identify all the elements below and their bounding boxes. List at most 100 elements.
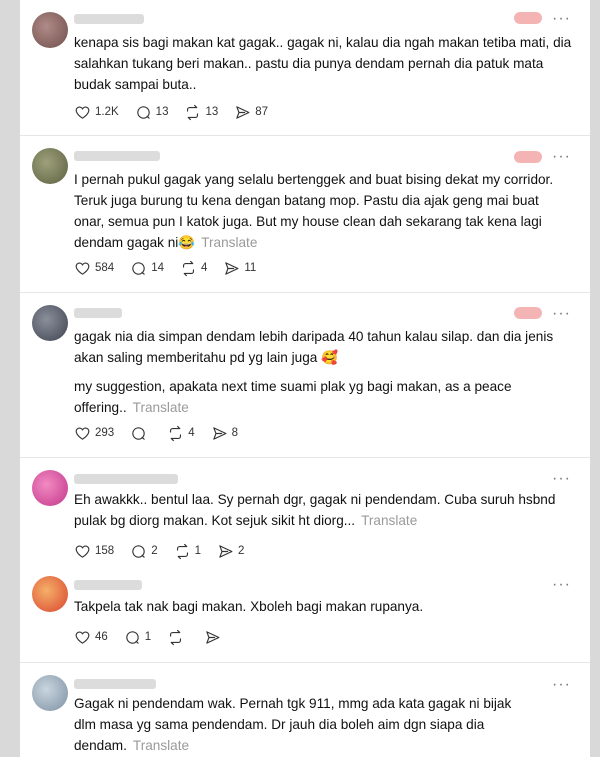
share-count: 87: [255, 106, 269, 118]
share-button[interactable]: 11: [223, 260, 256, 277]
text-line: offering.. Translate: [74, 397, 584, 418]
share-button[interactable]: [204, 629, 225, 646]
action-bar: 584 14 4 11: [74, 259, 272, 277]
more-options-icon[interactable]: ···: [552, 677, 572, 693]
timestamp-blurred: [514, 307, 542, 319]
text-line: kenapa sis bagi makan kat gagak.. gagak …: [74, 35, 572, 50]
send-icon: [212, 426, 227, 440]
reply-button[interactable]: 14: [130, 260, 164, 277]
comment-icon: [132, 426, 145, 440]
timestamp-blurred: [514, 12, 542, 24]
text-line: salahkan tukang beri makan.. pastu dia p…: [74, 56, 544, 71]
divider: [20, 135, 590, 136]
text-line: my suggestion, apakata next time suami p…: [74, 379, 512, 394]
send-icon: [236, 105, 250, 119]
repost-count: 13: [205, 106, 219, 118]
like-button[interactable]: 158: [74, 543, 114, 560]
text-line: budak sampai buta..: [74, 77, 197, 92]
text-line: pulak bg diorg makan. Kot sejuk sikit ht…: [74, 510, 584, 531]
reply-button[interactable]: 13: [135, 104, 169, 121]
more-options-icon[interactable]: ···: [552, 149, 572, 165]
repost-count: 1: [194, 545, 201, 557]
more-options-icon[interactable]: ···: [552, 471, 572, 487]
text-line: Gagak ni pendendam wak. Pernah tgk 911, …: [74, 696, 512, 711]
username-blurred[interactable]: [74, 474, 178, 484]
reply-text: Takpela tak nak bagi makan. Xboleh bagi …: [74, 596, 584, 617]
text-line: dendam. Translate: [74, 735, 584, 756]
text-span: offering..: [74, 400, 127, 415]
heart-icon: [75, 545, 90, 558]
reply-text: Gagak ni pendendam wak. Pernah tgk 911, …: [74, 693, 584, 756]
share-button[interactable]: 8: [211, 425, 238, 442]
like-button[interactable]: 1.2K: [74, 104, 119, 121]
translate-link[interactable]: Translate: [133, 738, 189, 753]
repost-button[interactable]: 13: [184, 104, 218, 121]
username-blurred[interactable]: [74, 151, 160, 161]
send-icon: [206, 630, 220, 644]
repost-count: 4: [188, 427, 195, 439]
like-count: 1.2K: [95, 106, 119, 118]
repost-count: 4: [200, 262, 208, 274]
more-options-icon[interactable]: ···: [552, 577, 572, 593]
repost-icon: [176, 543, 188, 559]
comment-icon: [132, 544, 145, 558]
reply-text: gagak nia dia simpan dendam lebih daripa…: [74, 326, 584, 418]
text-line: gagak nia dia simpan dendam lebih daripa…: [74, 329, 554, 344]
username-blurred[interactable]: [74, 580, 142, 590]
username-blurred[interactable]: [74, 679, 156, 689]
avatar[interactable]: [32, 576, 68, 612]
more-options-icon[interactable]: ···: [552, 11, 572, 27]
avatar[interactable]: [32, 148, 68, 184]
like-button[interactable]: 293: [74, 425, 114, 442]
repost-button[interactable]: [167, 629, 188, 646]
action-bar: 158 2 1 2: [74, 542, 260, 560]
avatar[interactable]: [32, 305, 68, 341]
text-line: Takpela tak nak bagi makan. Xboleh bagi …: [74, 599, 424, 614]
divider: [20, 292, 590, 293]
reply-button[interactable]: [130, 425, 151, 442]
like-count: 158: [95, 545, 115, 557]
username-blurred[interactable]: [74, 308, 122, 318]
comment-icon: [126, 630, 139, 644]
repost-icon: [170, 629, 182, 645]
like-count: 293: [95, 427, 115, 439]
reply-count: 13: [155, 106, 169, 118]
share-count: 11: [244, 262, 257, 274]
avatar[interactable]: [32, 12, 68, 48]
send-icon: [225, 261, 239, 275]
username-blurred[interactable]: [74, 14, 144, 24]
text-line: I pernah pukul gagak yang selalu berteng…: [74, 172, 554, 187]
like-count: 46: [95, 631, 108, 643]
reply-text: Eh awakkk.. bentul laa. Sy pernah dgr, g…: [74, 489, 584, 531]
text-span: pulak bg diorg makan. Kot sejuk sikit ht…: [74, 513, 356, 528]
reply-text: I pernah pukul gagak yang selalu berteng…: [74, 169, 584, 253]
heart-icon: [75, 631, 90, 644]
more-options-icon[interactable]: ···: [552, 306, 572, 322]
reply-count: 2: [151, 545, 158, 557]
translate-link[interactable]: Translate: [201, 235, 257, 250]
avatar[interactable]: [32, 675, 68, 711]
like-button[interactable]: 46: [74, 629, 108, 646]
translate-link[interactable]: Translate: [133, 400, 189, 415]
avatar[interactable]: [32, 470, 68, 506]
repost-icon: [187, 104, 199, 120]
repost-button[interactable]: 4: [167, 425, 195, 442]
text-line: Teruk juga burung tu kena dengan batang …: [74, 193, 539, 208]
text-span: dendam.: [74, 738, 127, 753]
comment-icon: [136, 105, 150, 119]
repost-button[interactable]: 4: [180, 260, 207, 277]
reply-button[interactable]: 2: [130, 543, 158, 560]
share-button[interactable]: 87: [234, 104, 268, 121]
share-button[interactable]: 2: [217, 543, 244, 560]
repost-button[interactable]: 1: [174, 543, 201, 560]
translate-link[interactable]: Translate: [361, 513, 417, 528]
heart-icon: [75, 262, 90, 275]
reply-button[interactable]: 1: [124, 629, 151, 646]
text-line: dlm masa yg sama pendendam. Dr jauh dia …: [74, 717, 485, 732]
action-bar: 46 1: [74, 628, 241, 646]
heart-icon: [75, 106, 90, 119]
text-line: onar, semua pun I katok juga. But my hou…: [74, 214, 542, 229]
like-button[interactable]: 584: [74, 260, 114, 277]
action-bar: 1.2K 13 13 87: [74, 103, 284, 121]
